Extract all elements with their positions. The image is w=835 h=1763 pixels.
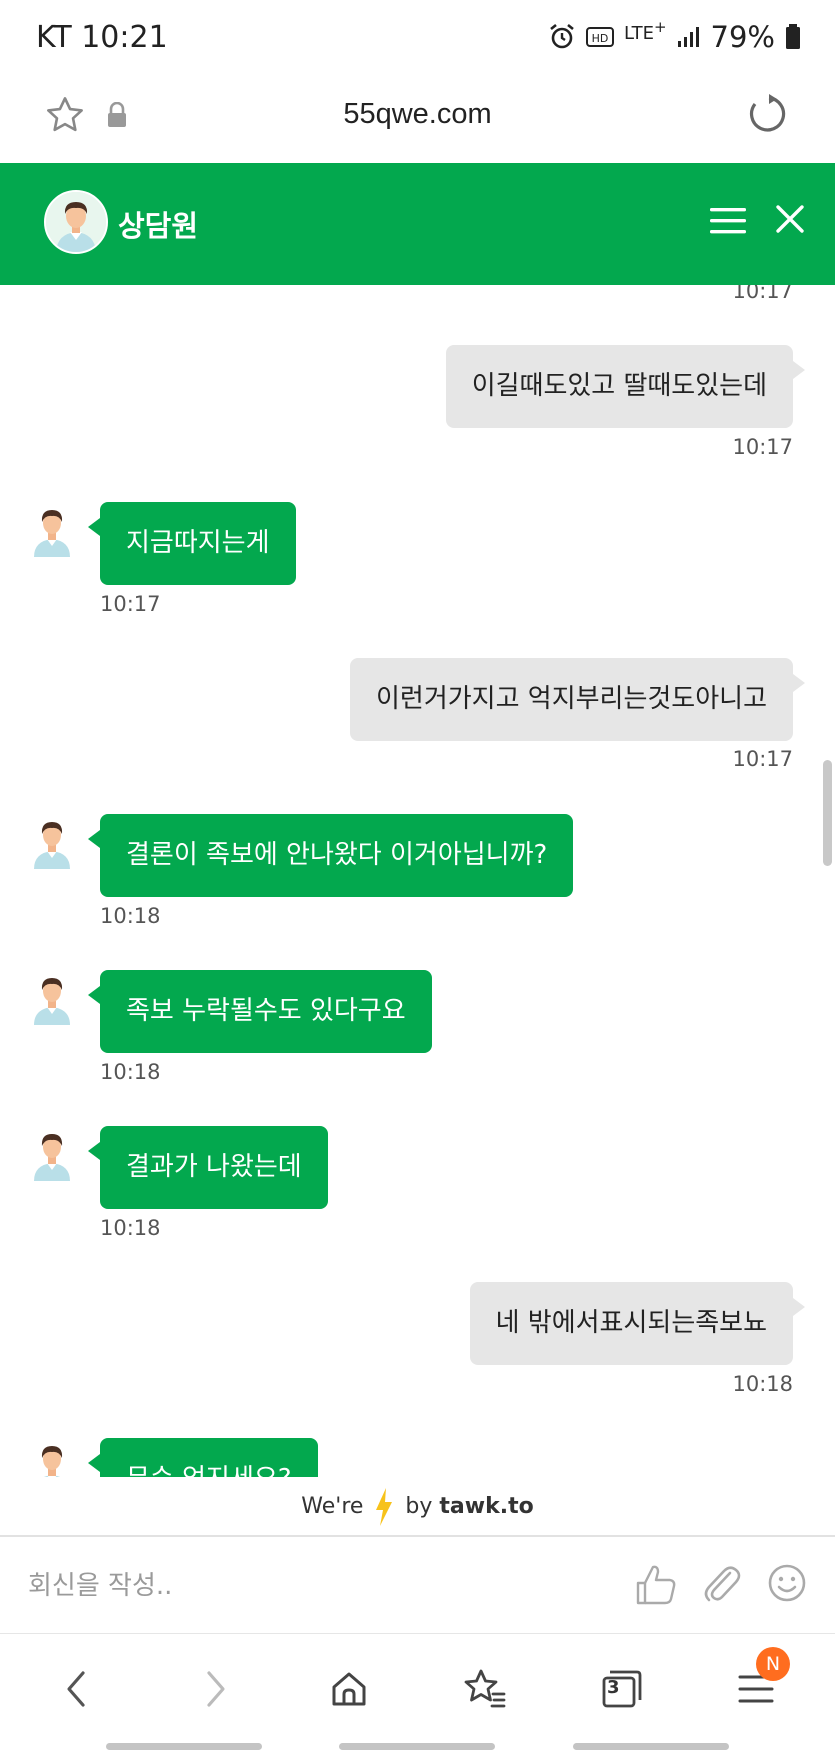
message-time: 10:18	[100, 1216, 161, 1240]
tabs-button[interactable]: 3	[594, 1661, 650, 1717]
battery-icon	[786, 24, 800, 49]
browser-bottom-nav: 3 N	[0, 1635, 835, 1763]
home-icon	[332, 1672, 366, 1706]
reload-icon[interactable]	[745, 92, 789, 136]
status-icons: HD LTE+ 79%	[548, 18, 801, 54]
emoji-icon[interactable]	[767, 1563, 807, 1603]
svg-text:HD: HD	[592, 32, 609, 45]
gesture-bar-left	[106, 1743, 262, 1750]
bookmarks-star-icon	[464, 1669, 506, 1708]
message-time: 10:17	[732, 747, 793, 771]
incoming-message[interactable]: 결과가 나왔는데	[88, 1126, 328, 1209]
incoming-message[interactable]: 족보 누락될수도 있다구요	[88, 970, 432, 1053]
battery-percent: 79%	[710, 20, 775, 54]
message-time: 10:18	[100, 1060, 161, 1084]
chevron-right-icon	[207, 1671, 225, 1707]
outgoing-message[interactable]: 이런거가지고 억지부리는것도아니고	[350, 658, 805, 741]
powered-by: by	[405, 1494, 433, 1519]
agent-mini-avatar-icon	[34, 822, 70, 869]
back-button[interactable]	[48, 1661, 104, 1717]
scrollbar[interactable]	[823, 760, 832, 866]
network-icon: LTE+	[624, 18, 667, 44]
outgoing-message[interactable]: 이길때도있고 딸때도있는데	[445, 345, 806, 428]
message-time: 10:17	[732, 285, 793, 303]
notification-badge: N	[756, 1647, 790, 1681]
message-list[interactable]: 10:17 이길때도있고 딸때도있는데 10:17 지금따지는게 10:17 이…	[0, 285, 835, 1477]
message-time: 10:18	[732, 1372, 793, 1396]
bookmarks-button[interactable]	[457, 1661, 513, 1717]
outgoing-message[interactable]: 네 밖에서표시되는족보뇨	[469, 1282, 806, 1365]
browser-address-bar: 55qwe.com	[0, 80, 835, 163]
agent-mini-avatar-icon	[41, 1446, 63, 1477]
agent-mini-avatar-icon	[34, 978, 70, 1025]
hamburger-menu-icon[interactable]	[708, 205, 748, 237]
gesture-bar-right	[573, 1743, 729, 1750]
signal-icon	[677, 27, 699, 47]
agent-mini-avatar-icon	[34, 510, 70, 557]
status-bar: KT 10:21 HD LTE+ 79%	[0, 0, 835, 80]
agent-avatar	[44, 190, 108, 254]
incoming-message[interactable]: 무슨 억지세요?	[88, 1438, 318, 1477]
tabs-count: 3	[607, 1677, 620, 1698]
chat-header: 상담원	[0, 163, 835, 285]
chevron-left-icon	[67, 1671, 85, 1707]
alarm-icon	[550, 23, 574, 49]
agent-mini-avatar-icon	[34, 1134, 70, 1181]
thumbs-up-icon[interactable]	[634, 1563, 678, 1607]
carrier-time: KT 10:21	[36, 20, 168, 55]
agent-name: 상담원	[118, 209, 199, 243]
tawk-brand[interactable]: tawk.to	[439, 1494, 533, 1519]
lightning-bolt-icon	[376, 1488, 393, 1526]
powered-by-footer[interactable]: We're by tawk.to	[0, 1477, 835, 1537]
close-icon[interactable]	[774, 203, 806, 235]
incoming-message[interactable]: 결론이 족보에 안나왔다 이거아닙니까?	[87, 814, 574, 897]
gesture-bar-center	[339, 1743, 495, 1750]
reply-composer	[0, 1539, 835, 1634]
reply-input[interactable]	[28, 1561, 588, 1611]
person-avatar-icon	[46, 192, 106, 252]
attachment-clip-icon[interactable]	[700, 1563, 744, 1607]
network-plus: +	[653, 18, 667, 36]
powered-prefix: We're	[301, 1494, 364, 1519]
forward-button[interactable]	[188, 1661, 244, 1717]
message-time: 10:17	[732, 435, 793, 459]
hd-icon: HD	[586, 27, 615, 47]
url-text[interactable]: 55qwe.com	[0, 98, 835, 131]
message-time: 10:17	[100, 592, 161, 616]
incoming-message[interactable]: 지금따지는게	[88, 502, 296, 585]
network-label: LTE	[624, 23, 654, 44]
message-time: 10:18	[100, 904, 161, 928]
home-button[interactable]	[321, 1661, 377, 1717]
